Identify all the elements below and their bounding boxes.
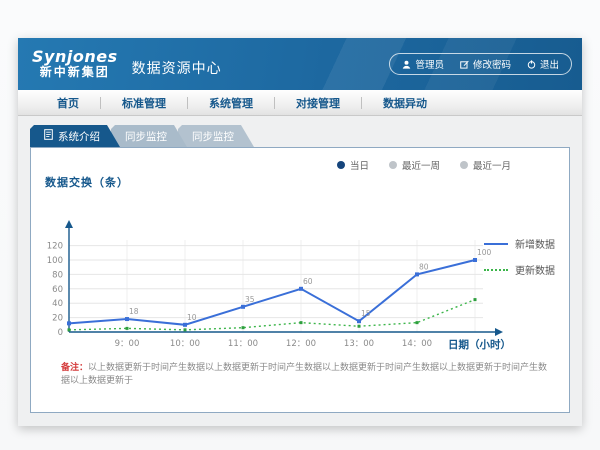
document-icon [44, 129, 53, 143]
logout-label: 退出 [540, 57, 559, 71]
admin-user-label: 管理员 [415, 57, 444, 71]
footnote: 备注：以上数据更新于时间产生数据以上数据更新于时间产生数据以上数据更新于时间产生… [61, 362, 551, 387]
user-toolbar: 管理员 修改密码 退出 [389, 53, 572, 75]
y-tick-label: 0 [58, 328, 63, 338]
point-label: 15 [361, 309, 371, 318]
radio-label: 最近一月 [473, 158, 511, 172]
tab-label: 同步监控 [125, 129, 167, 144]
legend-label: 新增数据 [515, 236, 555, 251]
nav-item-standard-mgmt[interactable]: 标准管理 [101, 95, 187, 111]
series-marker [67, 321, 71, 325]
series-marker [415, 272, 419, 276]
x-tick-label: 14：00 [402, 339, 432, 349]
series-marker [242, 326, 245, 329]
chart-y-axis-title: 数据交换（条） [45, 174, 129, 190]
nav-item-system-mgmt[interactable]: 系统管理 [188, 95, 274, 111]
radio-label: 当日 [350, 158, 369, 172]
line-chart-svg: 0 20 40 60 80 100 120 9：00 10：00 11：00 12：00 13：00 1… [43, 192, 515, 362]
series-marker [300, 321, 303, 324]
point-label: 10 [187, 313, 197, 322]
x-tick-label: 11：00 [228, 339, 258, 349]
series-marker [125, 317, 129, 321]
point-label: 35 [245, 295, 255, 304]
user-icon [402, 60, 411, 69]
point-label: 60 [303, 277, 313, 286]
chart-panel: 当日 最近一周 最近一月 数据交换（条） 0 20 40 60 80 100 120 9：00… [30, 147, 570, 413]
series-marker [68, 328, 71, 331]
series-marker [126, 327, 129, 330]
tab-label: 同步监控 [192, 129, 234, 144]
x-tick-label: 10：00 [170, 339, 200, 349]
series-marker [358, 325, 361, 328]
chart-x-axis-title: 日期（小时） [448, 338, 511, 351]
series-marker [183, 323, 187, 327]
page-card: Synjones 新中新集团 数据资源中心 管理员 修改密码 退出 [18, 38, 582, 426]
nav-item-connect-mgmt[interactable]: 对接管理 [275, 95, 361, 111]
x-tick-label: 12：00 [286, 339, 316, 349]
radio-dot[interactable] [337, 161, 345, 169]
x-tick-label: 13：00 [344, 339, 374, 349]
chart-legend: 新增数据 更新数据 [484, 236, 555, 277]
series-marker [299, 287, 303, 291]
power-icon [527, 60, 536, 69]
admin-user-button[interactable]: 管理员 [402, 57, 444, 71]
change-password-label: 修改密码 [473, 57, 511, 71]
app-header: Synjones 新中新集团 数据资源中心 管理员 修改密码 退出 [18, 38, 582, 90]
series-marker [474, 298, 477, 301]
radio-dot[interactable] [389, 161, 397, 169]
point-label: 18 [129, 307, 139, 316]
footnote-text: 以上数据更新于时间产生数据以上数据更新于时间产生数据以上数据更新于时间产生数据以… [61, 363, 547, 386]
footnote-prefix: 备注： [61, 363, 88, 373]
main-nav: 首页 标准管理 系统管理 对接管理 数据异动 [18, 90, 582, 116]
legend-solid-line-swatch [484, 243, 508, 245]
radio-option-last-month[interactable]: 最近一月 [460, 158, 511, 172]
tab-system-intro[interactable]: 系统介绍 [30, 125, 120, 147]
radio-label: 最近一周 [402, 158, 440, 172]
radio-option-today[interactable]: 当日 [337, 158, 369, 172]
y-tick-label: 120 [47, 242, 63, 252]
y-tick-label: 20 [52, 314, 63, 324]
brand-logo-en: Synjones [32, 49, 118, 66]
tab-label: 系统介绍 [58, 129, 100, 144]
x-tick-label: 9：00 [115, 339, 140, 349]
time-range-filter: 当日 最近一周 最近一月 [337, 158, 511, 172]
change-password-button[interactable]: 修改密码 [460, 57, 511, 71]
radio-option-last-week[interactable]: 最近一周 [389, 158, 440, 172]
series-marker [184, 328, 187, 331]
tab-bar: 系统介绍 同步监控 同步监控 [30, 125, 245, 147]
radio-dot[interactable] [460, 161, 468, 169]
nav-item-home[interactable]: 首页 [36, 95, 100, 111]
tab-sync-monitor-1[interactable]: 同步监控 [111, 125, 187, 147]
logout-button[interactable]: 退出 [527, 57, 559, 71]
y-tick-label: 80 [52, 270, 63, 280]
legend-label: 更新数据 [515, 262, 555, 277]
nav-item-data-change[interactable]: 数据异动 [362, 95, 448, 111]
line-chart: 0 20 40 60 80 100 120 9：00 10：00 11：00 12：00 13：00 1… [43, 192, 515, 362]
x-axis-arrow [495, 328, 503, 336]
brand-logo-cn: 新中新集团 [40, 66, 110, 79]
y-tick-label: 40 [52, 299, 63, 309]
y-tick-label: 100 [47, 256, 63, 266]
tab-sync-monitor-2[interactable]: 同步监控 [178, 125, 254, 147]
series-marker [473, 258, 477, 262]
legend-dotted-line-swatch [484, 269, 508, 271]
page-title: 数据资源中心 [132, 58, 222, 78]
y-axis-arrow [65, 220, 73, 228]
edit-icon [460, 60, 469, 69]
point-label: 80 [419, 262, 429, 271]
legend-item-new-data: 新增数据 [484, 236, 555, 251]
series-marker [416, 321, 419, 324]
legend-item-updated-data: 更新数据 [484, 262, 555, 277]
series-marker [357, 319, 361, 323]
series-marker [241, 305, 245, 309]
y-tick-label: 60 [52, 285, 63, 295]
brand-logo: Synjones 新中新集团 [32, 49, 118, 78]
